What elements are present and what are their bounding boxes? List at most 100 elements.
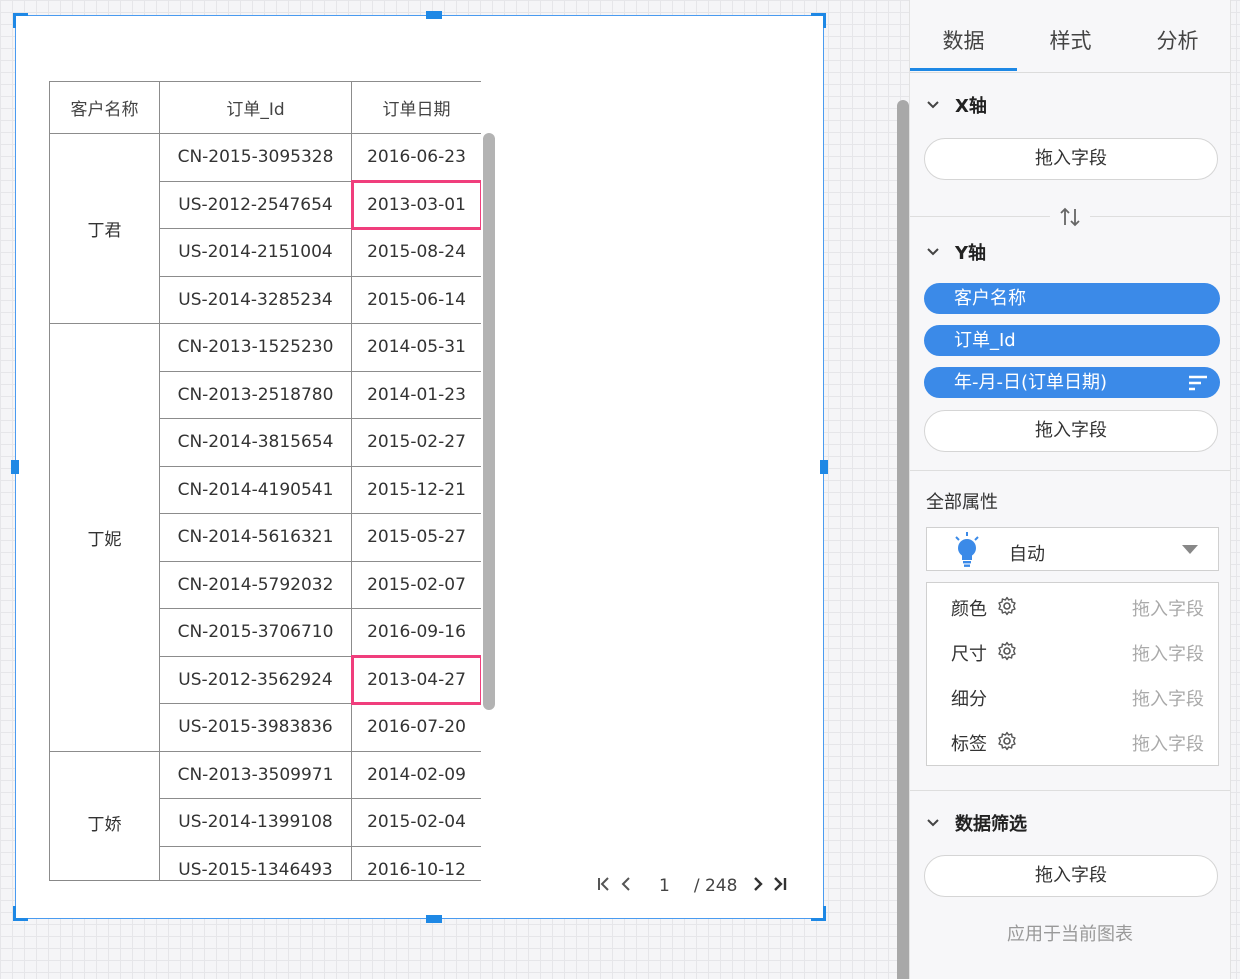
tab-style[interactable]: 样式	[1017, 12, 1124, 71]
panel-scrollbar[interactable]	[897, 100, 909, 979]
table-row: 丁君 CN-2015-3095328 2016-06-23	[49, 133, 481, 324]
tab-data[interactable]: 数据	[910, 12, 1017, 71]
filter-header[interactable]: 数据筛选	[926, 810, 1027, 836]
order-id-cell[interactable]: CN-2015-3095328	[159, 133, 352, 182]
customer-cell[interactable]: 丁妮	[49, 323, 160, 752]
last-page-icon[interactable]	[769, 876, 791, 897]
order-date-cell[interactable]: 2016-10-12	[351, 845, 481, 880]
next-page-icon[interactable]	[747, 876, 769, 897]
resize-handle-top[interactable]	[426, 11, 442, 19]
order-date-cell[interactable]: 2015-12-21	[351, 465, 481, 514]
order-date-cell[interactable]: 2015-02-04	[351, 798, 481, 847]
order-date-cell-highlighted[interactable]: 2013-03-01	[350, 180, 481, 230]
order-id-cell[interactable]: US-2014-1399108	[159, 798, 352, 847]
order-date-cell[interactable]: 2015-08-24	[351, 228, 481, 277]
resize-handle-bottom[interactable]	[426, 915, 442, 923]
order-date-cell[interactable]: 2015-02-27	[351, 418, 481, 467]
order-id-cell[interactable]: US-2014-3285234	[159, 275, 352, 324]
sort-icon[interactable]	[1188, 375, 1208, 391]
column-header-order-date[interactable]: 订单日期	[351, 81, 481, 134]
data-table-viewport: 客户名称 订单_Id 订单日期 丁君 CN-2015-3095328 2016-06…	[49, 81, 481, 881]
gear-icon[interactable]	[997, 731, 1017, 756]
mark-drop-slot[interactable]: 拖入字段	[1132, 640, 1204, 666]
prev-page-icon[interactable]	[615, 876, 637, 897]
x-axis-title: X轴	[955, 96, 987, 117]
chevron-down-icon	[927, 248, 939, 256]
order-date-cell[interactable]: 2015-06-14	[351, 275, 481, 324]
x-axis-header[interactable]: X轴	[926, 92, 987, 118]
first-page-icon[interactable]	[593, 876, 615, 897]
order-date-cell[interactable]: 2014-02-09	[351, 750, 481, 799]
customer-cell[interactable]: 丁君	[49, 133, 160, 324]
x-axis-drop-zone[interactable]: 拖入字段	[924, 138, 1218, 180]
gear-icon[interactable]	[997, 596, 1017, 621]
customer-cell[interactable]: 丁娇	[49, 750, 160, 880]
mark-drop-slot[interactable]: 拖入字段	[1132, 595, 1204, 621]
order-date-cell[interactable]: 2015-02-07	[351, 560, 481, 609]
y-field-order-id[interactable]: 订单_Id	[924, 325, 1220, 356]
order-id-cell[interactable]: CN-2013-3509971	[159, 750, 352, 799]
properties-panel: 数据 样式 分析 X轴 拖入字段 Y轴 客户名称 订单_Id 年-月-日(订单日…	[909, 0, 1231, 979]
mark-name: 细分	[951, 685, 987, 711]
order-id-cell[interactable]: US-2012-2547654	[159, 180, 352, 229]
order-id-cell[interactable]: CN-2014-5616321	[159, 513, 352, 562]
y-field-order-date[interactable]: 年-月-日(订单日期)	[924, 367, 1220, 398]
table-row: 丁妮 CN-2013-1525230 2014-05-31	[49, 323, 481, 752]
order-id-cell[interactable]: US-2012-3562924	[159, 655, 352, 704]
order-id-cell[interactable]: CN-2015-3706710	[159, 608, 352, 657]
mark-label: 颜色	[951, 599, 987, 620]
gear-icon[interactable]	[997, 641, 1017, 666]
mark-row: 颜色 拖入字段	[927, 585, 1218, 629]
order-date-cell-highlighted[interactable]: 2013-04-27	[350, 655, 481, 705]
order-id-cell[interactable]: CN-2014-4190541	[159, 465, 352, 514]
y-field-customer[interactable]: 客户名称	[924, 283, 1220, 314]
tab-analysis[interactable]: 分析	[1124, 12, 1231, 71]
filter-title: 数据筛选	[955, 814, 1027, 835]
order-id-cell[interactable]: US-2014-2151004	[159, 228, 352, 277]
resize-corner-bottom-left[interactable]	[13, 906, 28, 921]
mark-drop-slot[interactable]: 拖入字段	[1132, 685, 1204, 711]
table-widget[interactable]: 客户名称 订单_Id 订单日期 丁君 CN-2015-3095328 2016-06…	[11, 11, 828, 923]
order-id-cell[interactable]: CN-2013-1525230	[159, 323, 352, 372]
chevron-down-icon	[927, 101, 939, 109]
resize-corner-top-left[interactable]	[13, 13, 28, 28]
resize-corner-bottom-right[interactable]	[811, 906, 826, 921]
order-id-cell[interactable]: CN-2014-3815654	[159, 418, 352, 467]
chevron-down-icon	[927, 819, 939, 827]
column-header-customer[interactable]: 客户名称	[49, 81, 160, 134]
mark-drop-slot[interactable]: 拖入字段	[1132, 730, 1204, 756]
swap-axes-icon[interactable]	[1050, 204, 1090, 230]
order-date-cell[interactable]: 2016-06-23	[351, 133, 481, 182]
filter-drop-zone[interactable]: 拖入字段	[924, 855, 1218, 897]
order-date-cell[interactable]: 2014-05-31	[351, 323, 481, 372]
order-date-cell[interactable]: 2016-07-20	[351, 703, 481, 752]
resize-handle-right[interactable]	[820, 460, 828, 474]
mark-type-select[interactable]: 自动	[926, 527, 1219, 571]
order-date-cell[interactable]: 2015-05-27	[351, 513, 481, 562]
mark-label: 尺寸	[951, 644, 987, 665]
column-header-order-id[interactable]: 订单_Id	[159, 81, 352, 134]
lightbulb-icon	[955, 532, 979, 567]
panel-tabs: 数据 样式 分析	[910, 12, 1230, 73]
order-date-cell[interactable]: 2016-09-16	[351, 608, 481, 657]
order-id-cell[interactable]: US-2015-1346493	[159, 845, 352, 880]
mark-row: 细分 拖入字段	[927, 675, 1218, 719]
mark-type-value: 自动	[1009, 544, 1045, 565]
resize-handle-left[interactable]	[11, 460, 19, 474]
table-scrollbar[interactable]	[483, 133, 495, 710]
resize-corner-top-right[interactable]	[811, 13, 826, 28]
all-props-title: 全部属性	[926, 492, 998, 513]
mark-label: 细分	[951, 689, 987, 710]
total-pages: / 248	[693, 876, 738, 896]
order-id-cell[interactable]: CN-2013-2518780	[159, 370, 352, 419]
current-page[interactable]: 1	[659, 876, 670, 896]
apply-current-chart[interactable]: 应用于当前图表	[910, 920, 1230, 946]
pagination: 1 / 248	[593, 874, 791, 898]
mark-properties: 颜色 拖入字段 尺寸 拖入字段 细分 拖入字段 标签 拖入字段	[926, 582, 1219, 766]
order-id-cell[interactable]: US-2015-3983836	[159, 703, 352, 752]
order-id-cell[interactable]: CN-2014-5792032	[159, 560, 352, 609]
y-axis-drop-zone[interactable]: 拖入字段	[924, 410, 1218, 452]
y-axis-title: Y轴	[955, 243, 987, 264]
y-axis-header[interactable]: Y轴	[926, 239, 986, 265]
order-date-cell[interactable]: 2014-01-23	[351, 370, 481, 419]
